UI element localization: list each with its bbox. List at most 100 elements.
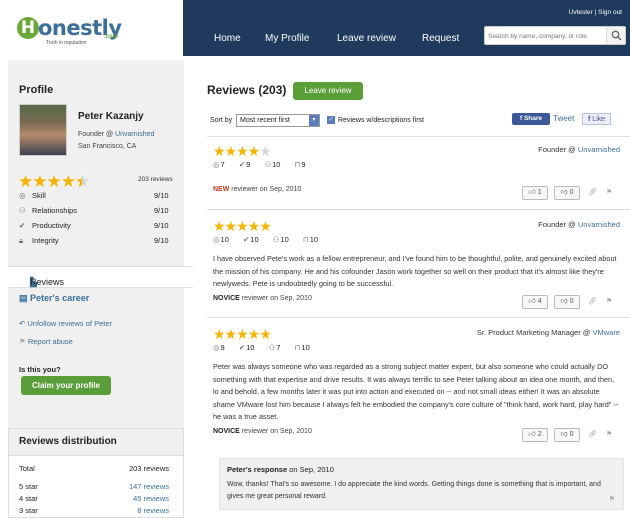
score-value: 10 xyxy=(272,160,281,169)
distribution-label: 3 star xyxy=(19,506,38,515)
unfollow-link[interactable]: ↶ Unfollow reviews of Peter xyxy=(19,319,112,328)
search-input[interactable] xyxy=(488,30,600,42)
profile-role: Founder @ xyxy=(78,131,114,138)
profile-company-link[interactable]: Unvarnished xyxy=(115,131,154,138)
tab-reviews[interactable]: ▙ Reviews xyxy=(8,266,193,288)
review-role-title: Founder @ xyxy=(538,145,576,154)
metric-skill: ◎ Skill xyxy=(19,191,46,200)
unfollow-label: Unfollow reviews of Peter xyxy=(27,319,113,328)
nav-leave-review[interactable]: Leave review xyxy=(337,33,396,44)
flag-icon[interactable]: ⚑ xyxy=(606,430,612,438)
like-label: Like xyxy=(592,116,606,123)
chevron-down-icon: ▾ xyxy=(309,115,319,126)
facebook-share-button[interactable]: f Share xyxy=(512,113,550,125)
flag-icon[interactable]: ⚑ xyxy=(606,297,612,305)
logo[interactable]: H onestly .com Truth in reputation xyxy=(0,0,183,56)
nav-my-profile[interactable]: My Profile xyxy=(265,33,309,44)
link-icon[interactable]: 🔗︎ xyxy=(588,430,597,438)
score-value: 7 xyxy=(276,343,281,352)
response-body: Wow, thanks! That's so awesome. I do app… xyxy=(227,481,601,500)
productivity-score: ✔10 xyxy=(239,343,261,352)
score-value: 10 xyxy=(309,235,319,244)
logo-mark: H xyxy=(17,17,39,39)
upvote-count: 4 xyxy=(537,298,542,305)
vote-controls: 👍︎ 4 👎︎ 0 🔗︎ ⚑ xyxy=(522,295,622,309)
profile-review-count: 203 reviews xyxy=(138,176,173,183)
score-value: 10 xyxy=(220,235,229,244)
review-role-title: Sr. Product Marketing Manager @ xyxy=(476,328,591,337)
flag-icon[interactable]: ⚑ xyxy=(606,188,612,196)
reviewer-info: reviewer on Sep, 2010 xyxy=(241,295,312,302)
lock-icon: ⊓ xyxy=(294,160,301,169)
tweet-button[interactable]: Tweet xyxy=(553,114,574,123)
link-icon[interactable]: 🔗︎ xyxy=(588,188,597,196)
report-abuse-link[interactable]: ⚑ Report abuse xyxy=(19,337,73,346)
lock-icon: ⊓ xyxy=(302,235,309,244)
sign-out-link[interactable]: Sign out xyxy=(598,9,622,16)
logo-domain: .com xyxy=(104,34,119,40)
review-role-title: Founder @ xyxy=(538,220,576,229)
thumbs-down-button[interactable]: 👎︎ 0 xyxy=(554,295,580,309)
review-company-link[interactable]: Unvarnished xyxy=(578,145,620,154)
thumbs-up-button[interactable]: 👍︎ 4 xyxy=(522,295,548,309)
distribution-link[interactable]: 8 reviews xyxy=(137,506,169,515)
search-icon xyxy=(611,30,622,41)
nav-home[interactable]: Home xyxy=(214,33,241,44)
metric-label: Productivity xyxy=(32,221,71,230)
tab-label: Peter's career xyxy=(30,293,90,303)
novice-badge: NOVICE xyxy=(213,428,240,435)
desc-first-checkbox[interactable]: ✓ xyxy=(327,116,335,124)
distribution-row: Total 203 reviews xyxy=(19,464,169,473)
metric-value: 9/10 xyxy=(154,221,169,230)
integrity-score: ⊓10 xyxy=(303,235,324,244)
integrity-score: ⊓10 xyxy=(295,343,316,352)
claim-prompt: Is this you? xyxy=(19,365,61,374)
thumbs-down-button[interactable]: 👎︎ 0 xyxy=(554,186,580,200)
thumbs-down-button[interactable]: 👎︎ 0 xyxy=(554,428,580,442)
score-value: 9 xyxy=(220,343,225,352)
sidebar-title: Profile xyxy=(19,84,54,96)
review-footer: NOVICE reviewer on Sep, 2010 xyxy=(213,295,312,302)
response-date: on Sep, 2010 xyxy=(289,465,334,474)
downvote-count: 0 xyxy=(569,298,574,305)
review-stars: ★★★★★ xyxy=(213,326,272,342)
desc-first-label: Reviews w/descriptions first xyxy=(338,117,424,124)
distribution-link[interactable]: 45 reviews xyxy=(133,494,169,503)
target-icon: ◎ xyxy=(213,343,220,352)
people-icon: ⚇ xyxy=(19,206,26,215)
flag-icon[interactable]: ⚑ xyxy=(609,495,615,503)
nav-request[interactable]: Request xyxy=(422,33,459,44)
thumbs-up-button[interactable]: 👍︎ 2 xyxy=(522,428,548,442)
claim-profile-button[interactable]: Claim your profile xyxy=(21,376,111,395)
skill-score: ◎10 xyxy=(213,235,235,244)
upvote-count: 1 xyxy=(537,189,542,196)
username-link[interactable]: Uvtester xyxy=(569,9,593,16)
review-company-link[interactable]: Unvarnished xyxy=(578,220,620,229)
link-icon[interactable]: 🔗︎ xyxy=(588,297,597,305)
skill-score: ◎9 xyxy=(213,343,231,352)
facebook-like-button[interactable]: f Like xyxy=(582,113,611,125)
metric-value: 9/10 xyxy=(154,206,169,215)
review-stars: ★★★★★ xyxy=(213,143,272,159)
thumbs-up-icon: 👍︎ xyxy=(528,298,536,305)
leave-review-button[interactable]: Leave review xyxy=(293,82,363,100)
response-header: Peter's response on Sep, 2010 xyxy=(227,465,334,474)
review-company-link[interactable]: VMware xyxy=(592,328,620,337)
thumbs-up-button[interactable]: 👍︎ 1 xyxy=(522,186,548,200)
check-icon: ✔ xyxy=(238,343,246,352)
score-value: 9 xyxy=(246,160,251,169)
relationships-score: ⚇7 xyxy=(269,343,287,352)
profile-name: Peter Kazanjy xyxy=(78,111,144,122)
search-button[interactable] xyxy=(606,27,625,44)
reviews-title: Reviews (203) xyxy=(207,83,287,97)
distribution-link[interactable]: 147 reviews xyxy=(129,482,169,491)
tab-career[interactable]: ▤ Peter's career xyxy=(19,293,89,304)
review-metrics: ◎9 ✔10 ⚇7 ⊓10 xyxy=(213,343,322,352)
distribution-row: 5 star 147 reviews xyxy=(19,482,169,491)
downvote-count: 0 xyxy=(569,431,574,438)
overall-rating-stars: ★★★★★★ xyxy=(18,172,90,191)
sort-select[interactable]: Most recent first ▾ xyxy=(236,114,320,127)
avatar xyxy=(19,104,67,156)
reviewer-info: reviewer on Sep, 2010 xyxy=(231,186,302,193)
distribution-title: Reviews distribution xyxy=(19,436,117,447)
